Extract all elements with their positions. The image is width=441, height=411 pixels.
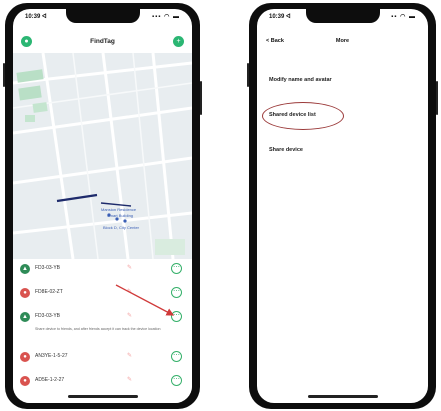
more-icon[interactable]: ⋯ xyxy=(171,311,182,322)
add-icon[interactable]: + xyxy=(173,36,184,47)
status-icons: ▪▪ ◠ ▬ xyxy=(391,14,416,20)
more-icon[interactable]: ⋯ xyxy=(171,351,182,362)
device-avatar-icon: ▲ xyxy=(20,312,30,322)
device-name: AN3YE-1-5-27 xyxy=(35,353,68,359)
page-title: More xyxy=(335,38,350,44)
side-button xyxy=(200,81,202,115)
device-avatar-icon: ● xyxy=(20,288,30,298)
device-note: Share device to friends, and after frien… xyxy=(35,327,161,331)
edit-icon: ✎ xyxy=(127,265,133,271)
device-avatar-icon: ● xyxy=(20,352,30,362)
side-button xyxy=(247,63,249,87)
map-view[interactable]: Mansion Residence Smart Building Block D… xyxy=(13,53,192,259)
more-icon[interactable]: ⋯ xyxy=(171,375,182,386)
status-time: 10:39 ᐊ xyxy=(25,14,47,20)
edit-icon: ✎ xyxy=(127,289,133,295)
menu-item-modify-name[interactable]: Modify name and avatar xyxy=(269,77,332,83)
home-indicator xyxy=(67,395,138,398)
device-name: FD3-03-YB xyxy=(35,313,61,319)
edit-icon: ✎ xyxy=(127,377,133,383)
menu-item-share-device[interactable]: Share device xyxy=(269,147,303,153)
status-bar: 10:39 ᐊ ▪▪ ◠ ▬ xyxy=(269,13,416,23)
left-phone-frame: 10:39 ᐊ ▪▪▪ ◠ ▬ ● FindTag + Mansion Resi… xyxy=(3,3,202,409)
status-icons: ▪▪▪ ◠ ▬ xyxy=(152,14,180,20)
side-button xyxy=(436,81,438,115)
edit-icon: ✎ xyxy=(127,313,133,319)
map-label: Mansion Residence xyxy=(101,207,137,212)
device-name: FD8E-02-ZT xyxy=(35,289,63,295)
device-name: FD3-03-YB xyxy=(35,265,61,271)
device-avatar-icon: ▲ xyxy=(20,264,30,274)
status-time: 10:39 ᐊ xyxy=(269,14,291,20)
app-header: < Back More xyxy=(257,33,428,51)
more-icon[interactable]: ⋯ xyxy=(171,287,182,298)
left-screen: 10:39 ᐊ ▪▪▪ ◠ ▬ ● FindTag + Mansion Resi… xyxy=(13,9,192,403)
list-item[interactable]: ▲ FD3-03-YB ✎ ⋯ xyxy=(13,307,192,327)
list-item[interactable]: ● FD8E-02-ZT ✎ ⋯ xyxy=(13,283,192,303)
device-name: AD5E-1-2-27 xyxy=(35,377,65,383)
right-phone-frame: 10:39 ᐊ ▪▪ ◠ ▬ < Back More Modify name a… xyxy=(247,3,438,409)
map-label: Block D, City Center xyxy=(103,225,140,230)
status-bar: 10:39 ᐊ ▪▪▪ ◠ ▬ xyxy=(25,13,180,23)
list-item[interactable]: ● AN3YE-1-5-27 ✎ ⋯ xyxy=(13,347,192,367)
more-icon[interactable]: ⋯ xyxy=(171,263,182,274)
right-screen: 10:39 ᐊ ▪▪ ◠ ▬ < Back More Modify name a… xyxy=(257,9,428,403)
app-header: ● FindTag + xyxy=(13,33,192,51)
map-label: Smart Building xyxy=(107,213,134,218)
page-title: FindTag xyxy=(90,38,115,45)
menu-item-shared-device-list[interactable]: Shared device list xyxy=(269,112,316,118)
device-list: ▲ FD3-03-YB ✎ ⋯ ● FD8E-02-ZT ✎ ⋯ ▲ FD3-0… xyxy=(13,259,192,403)
device-avatar-icon: ● xyxy=(20,376,30,386)
home-indicator xyxy=(307,395,378,398)
list-item[interactable]: ▲ FD3-03-YB ✎ ⋯ xyxy=(13,259,192,279)
list-item[interactable]: ● AD5E-1-2-27 ✎ ⋯ xyxy=(13,371,192,391)
edit-icon: ✎ xyxy=(127,353,133,359)
side-button xyxy=(3,63,5,87)
